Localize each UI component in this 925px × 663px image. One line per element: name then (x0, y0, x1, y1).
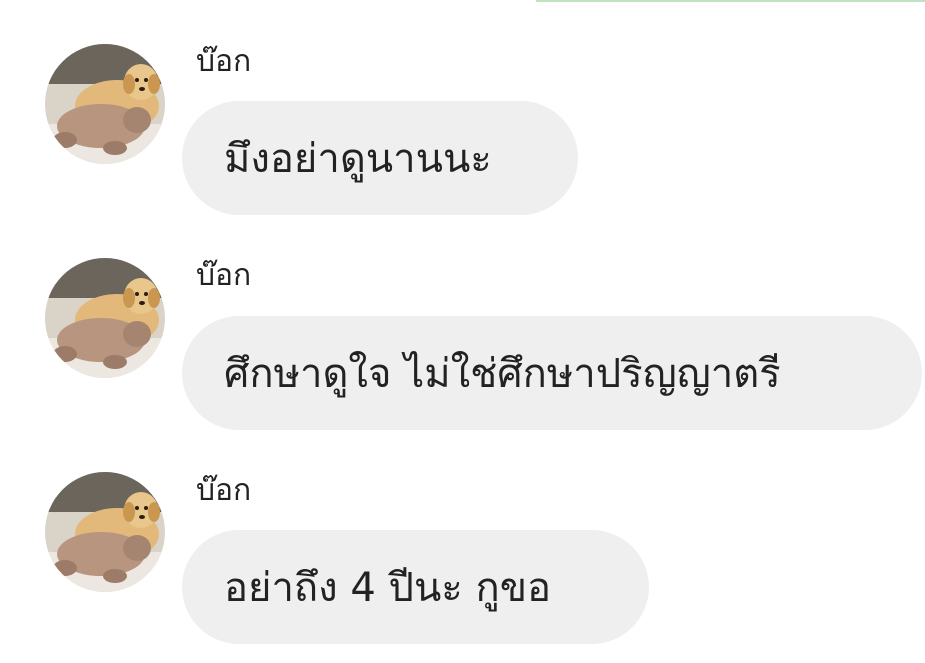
sender-name: บ๊อก (196, 44, 252, 79)
message-bubble[interactable]: อย่าถึง 4 ปีนะ กูขอ (182, 530, 649, 644)
puppy-avatar-icon (45, 258, 165, 378)
top-divider (536, 0, 925, 2)
sender-name: บ๊อก (196, 258, 252, 293)
message-bubble[interactable]: มึงอย่าดูนานนะ (182, 101, 578, 215)
avatar[interactable] (45, 44, 165, 164)
puppy-avatar-icon (45, 472, 165, 592)
message-bubble[interactable]: ศึกษาดูใจ ไม่ใช่ศึกษาปริญญาตรี (182, 316, 922, 430)
puppy-avatar-icon (45, 44, 165, 164)
sender-name: บ๊อก (196, 473, 252, 508)
avatar[interactable] (45, 472, 165, 592)
avatar[interactable] (45, 258, 165, 378)
